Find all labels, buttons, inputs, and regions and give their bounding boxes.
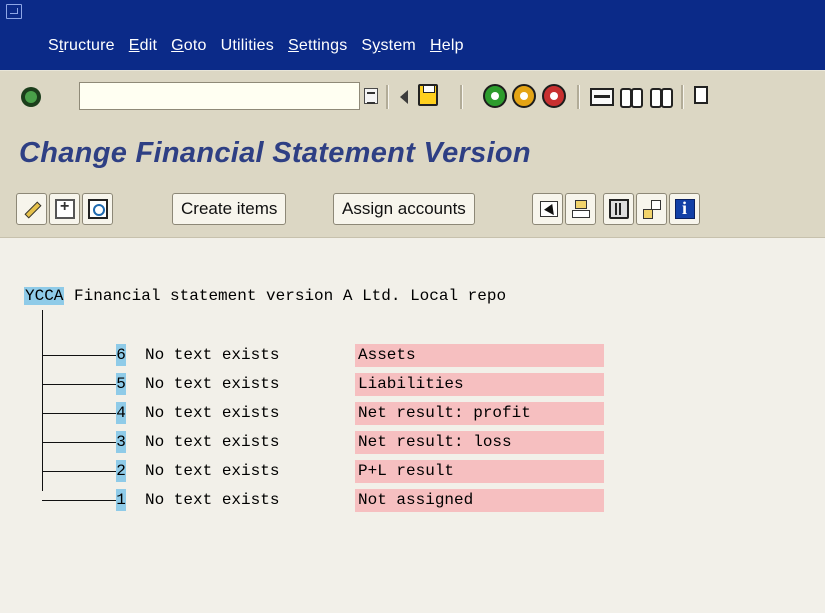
node-description: Liabilities	[355, 373, 604, 396]
hierarchy-button[interactable]	[565, 193, 596, 225]
toolbar-separator	[681, 85, 684, 109]
tree-branch	[42, 355, 116, 356]
print-icon[interactable]	[590, 88, 614, 106]
menu-help[interactable]: Help	[430, 37, 464, 55]
display-change-button[interactable]	[16, 193, 47, 225]
menu-utilities[interactable]: Utilities	[221, 37, 274, 55]
create-items-label: Create items	[181, 199, 278, 218]
root-key[interactable]: YCCA	[24, 287, 65, 305]
select-cursor-icon	[538, 199, 558, 219]
menu-structure[interactable]: Structure	[48, 37, 115, 55]
node-number[interactable]: 2	[116, 460, 126, 482]
node-number[interactable]: 4	[116, 402, 126, 424]
node-number[interactable]: 5	[116, 373, 126, 395]
find-icon[interactable]	[619, 84, 643, 108]
info-button[interactable]	[669, 193, 700, 225]
tree-branch	[42, 471, 116, 472]
title-bar: Change Financial Statement Version	[0, 123, 825, 180]
back-arrow-icon[interactable]	[400, 90, 408, 104]
node-status: No text exists	[145, 491, 280, 509]
menu-bar: Structure Edit Goto Utilities Settings S…	[0, 0, 825, 70]
hierarchy-icon	[571, 199, 591, 219]
find-next-icon[interactable]	[649, 84, 673, 108]
structure-tree: YCCA Financial statement version A Ltd. …	[0, 238, 825, 613]
menu-settings[interactable]: Settings	[288, 37, 347, 55]
root-text: Financial statement version A Ltd. Local…	[74, 287, 507, 305]
detail-button[interactable]	[82, 193, 113, 225]
assign-accounts-button[interactable]: Assign accounts	[333, 193, 475, 225]
node-status: No text exists	[145, 375, 280, 393]
page-title: Change Financial Statement Version	[19, 137, 531, 169]
expand-button[interactable]	[49, 193, 80, 225]
tree-branch	[42, 442, 116, 443]
move-button[interactable]	[636, 193, 667, 225]
dropdown-icon[interactable]	[364, 88, 378, 104]
toolbar-separator	[577, 85, 580, 109]
toolbar-separator	[460, 85, 463, 109]
node-status: No text exists	[145, 433, 280, 451]
node-number[interactable]: 3	[116, 431, 126, 453]
save-icon[interactable]	[418, 84, 438, 106]
standard-toolbar	[0, 70, 825, 124]
node-description: Not assigned	[355, 489, 604, 512]
exit-icon[interactable]	[512, 84, 536, 108]
node-status: No text exists	[145, 462, 280, 480]
node-description: P+L result	[355, 460, 604, 483]
menu-list: Structure Edit Goto Utilities Settings S…	[48, 37, 478, 55]
zoom-icon	[88, 199, 108, 219]
node-description: Assets	[355, 344, 604, 367]
node-status: No text exists	[145, 404, 280, 422]
select-button[interactable]	[532, 193, 563, 225]
info-icon	[675, 198, 695, 219]
delete-button[interactable]	[603, 193, 634, 225]
tree-connector	[42, 310, 43, 491]
menu-system[interactable]: System	[361, 37, 416, 55]
toolbar-separator	[386, 85, 389, 109]
node-number[interactable]: 6	[116, 344, 126, 366]
move-icon	[642, 199, 662, 219]
menu-edit[interactable]: Edit	[129, 37, 157, 55]
trash-icon	[609, 199, 629, 219]
cancel-icon[interactable]	[542, 84, 566, 108]
first-page-icon[interactable]	[692, 84, 712, 106]
command-field[interactable]	[79, 82, 360, 110]
expand-icon	[55, 198, 75, 219]
tree-branch	[42, 384, 116, 385]
node-number[interactable]: 1	[116, 489, 126, 511]
back-icon[interactable]	[483, 84, 507, 108]
enter-icon[interactable]	[21, 87, 41, 107]
tree-branch	[42, 500, 116, 501]
node-status: No text exists	[145, 346, 280, 364]
system-menu-icon[interactable]	[6, 4, 22, 19]
node-description: Net result: profit	[355, 402, 604, 425]
create-items-button[interactable]: Create items	[172, 193, 287, 225]
node-description: Net result: loss	[355, 431, 604, 454]
assign-accounts-label: Assign accounts	[342, 199, 466, 218]
pencil-glasses-icon	[22, 199, 42, 219]
tree-root[interactable]: YCCA Financial statement version A Ltd. …	[24, 287, 506, 305]
menu-goto[interactable]: Goto	[171, 37, 207, 55]
tree-branch	[42, 413, 116, 414]
application-toolbar: Create items Assign accounts	[0, 180, 825, 238]
